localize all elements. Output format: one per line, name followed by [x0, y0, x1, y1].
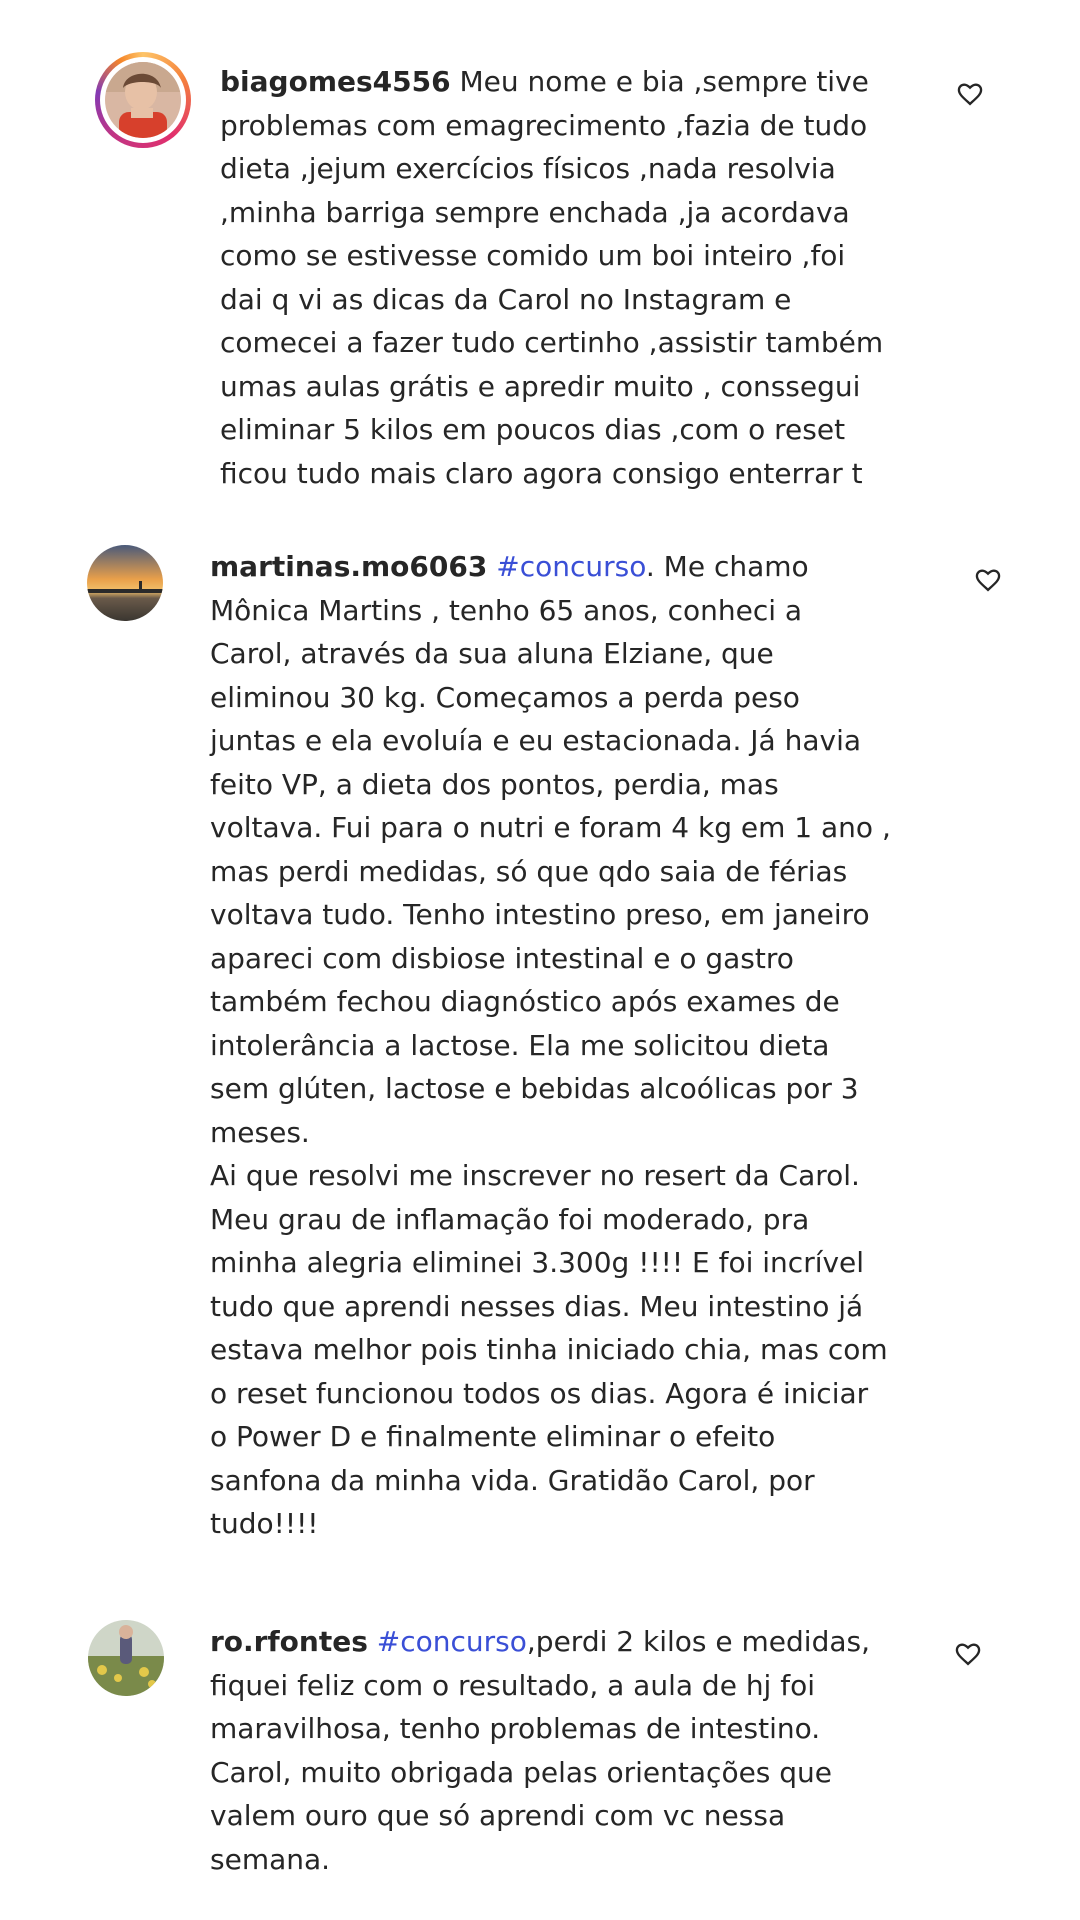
comment-username[interactable]: biagomes4556: [220, 65, 451, 98]
heart-outline-icon: [975, 569, 1001, 592]
comment-username[interactable]: martinas.mo6063: [210, 550, 487, 583]
avatar[interactable]: [95, 52, 191, 148]
comment-body: Meu nome e bia ,sempre tive problemas co…: [220, 65, 884, 490]
comment-hashtag[interactable]: #concurso: [496, 550, 646, 583]
comment-hashtag[interactable]: #concurso: [377, 1625, 527, 1658]
avatar[interactable]: [88, 1620, 184, 1716]
comment-text-block: ro.rfontes #concurso,perdi 2 kilos e med…: [210, 1620, 950, 1881]
comment-text-block: biagomes4556 Meu nome e bia ,sempre tive…: [220, 60, 920, 495]
like-button[interactable]: [954, 1640, 982, 1668]
like-button[interactable]: [956, 80, 984, 108]
like-button[interactable]: [974, 566, 1002, 594]
avatar-photo: [105, 62, 181, 138]
comment-body: . Me chamo Mônica Martins , tenho 65 ano…: [210, 550, 891, 1540]
avatar-photo-image: [87, 545, 163, 621]
avatar-photo: [87, 545, 163, 621]
comment-username[interactable]: ro.rfontes: [210, 1625, 368, 1658]
avatar[interactable]: [87, 545, 183, 641]
heart-outline-icon: [957, 83, 983, 106]
avatar-photo-image: [88, 1620, 164, 1696]
heart-outline-icon: [955, 1643, 981, 1666]
comment-body: ,perdi 2 kilos e medidas, fiquei feliz c…: [210, 1625, 870, 1876]
avatar-photo: [88, 1620, 164, 1696]
avatar-photo-image: [105, 62, 181, 138]
comment-text-block: martinas.mo6063 #concurso. Me chamo Môni…: [210, 545, 950, 1546]
